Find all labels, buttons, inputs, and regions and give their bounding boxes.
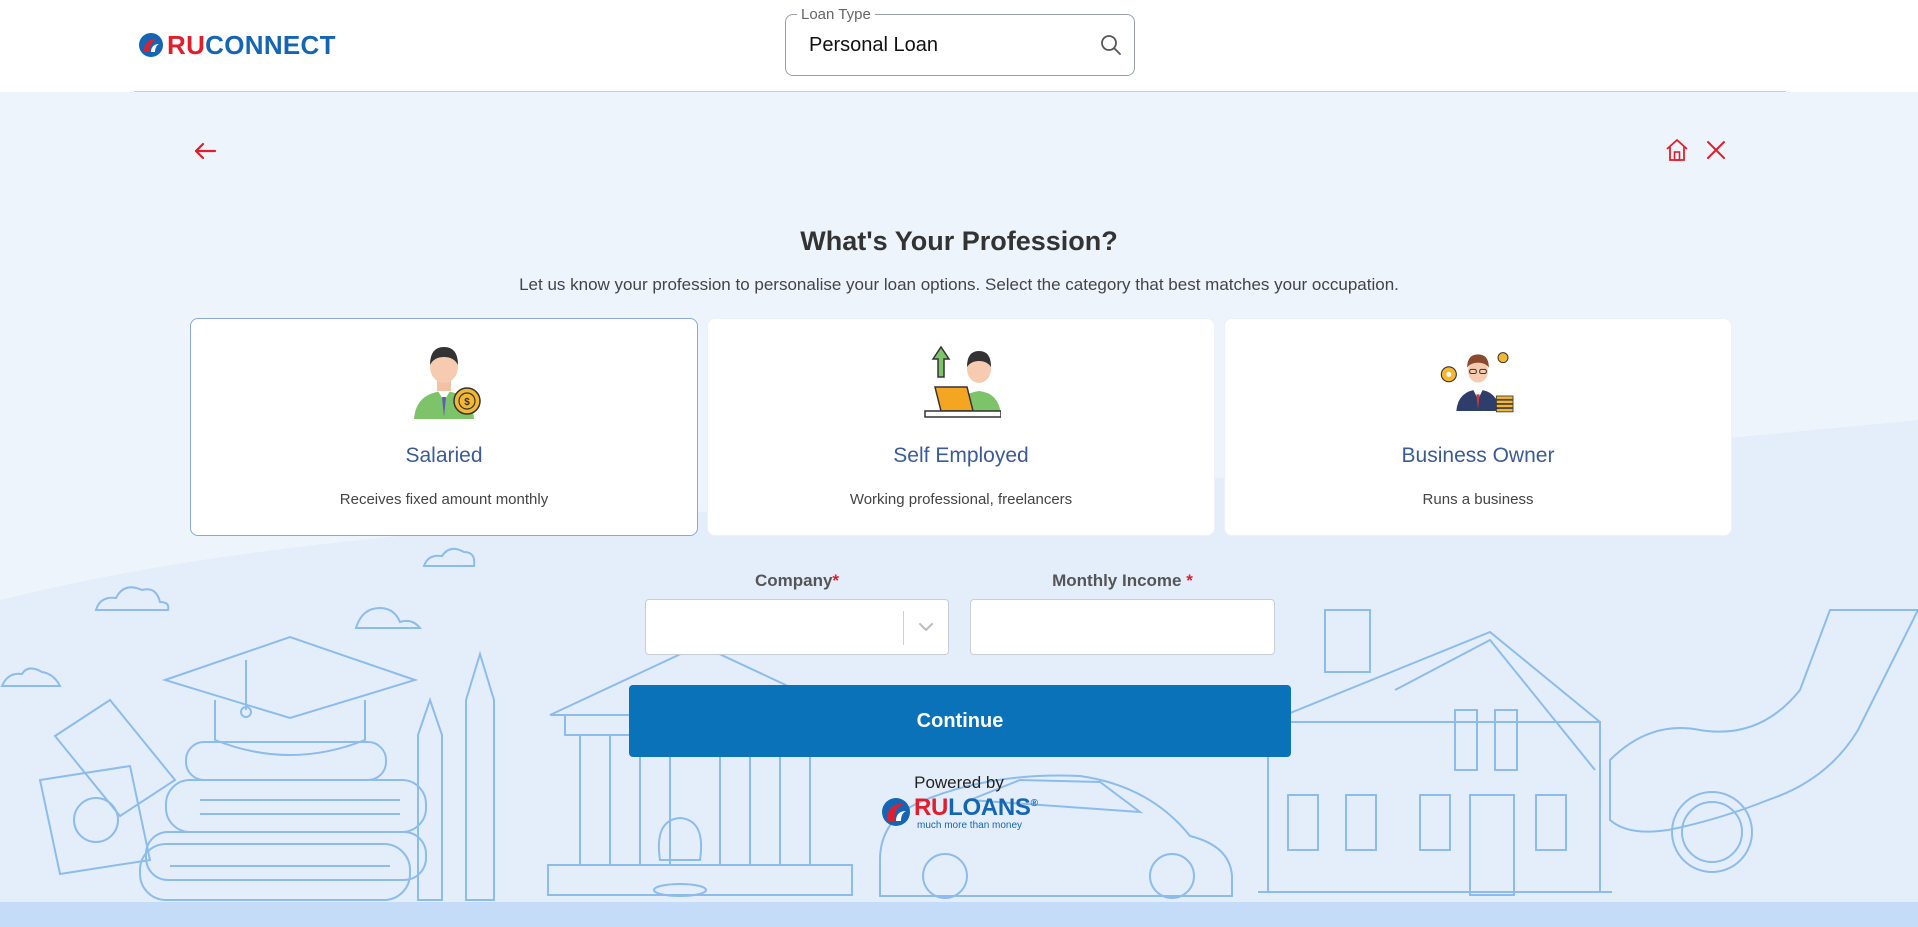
- income-label-text: Monthly Income: [1052, 571, 1182, 590]
- ruloans-logo: RULOANS® much more than money: [878, 792, 1048, 832]
- select-separator: [903, 611, 904, 645]
- close-icon[interactable]: [1703, 137, 1729, 163]
- monthly-income-field[interactable]: [970, 599, 1275, 655]
- logo-connect-text: CONNECT: [205, 29, 336, 60]
- loan-type-field[interactable]: Loan Type Personal Loan: [785, 6, 1135, 76]
- page-title: What's Your Profession?: [800, 226, 1118, 256]
- bottom-band: [0, 902, 1918, 927]
- ruloans-logo-icon: [882, 798, 910, 826]
- page-subtitle: Let us know your profession to personali…: [519, 275, 1399, 294]
- profession-card-salaried[interactable]: $ Salaried Receives fixed amount monthly: [190, 318, 698, 536]
- profession-card-self-employed[interactable]: Self Employed Working professional, free…: [707, 318, 1215, 536]
- chevron-down-icon[interactable]: [917, 618, 935, 636]
- company-select[interactable]: [645, 599, 949, 655]
- top-header: RU CONNECT Loan Type Personal Loan: [0, 0, 1918, 92]
- required-mark: *: [832, 571, 840, 590]
- ruloans-loans-text: LOANS: [948, 794, 1031, 821]
- loan-type-value[interactable]: Personal Loan: [809, 34, 938, 57]
- profession-description: Working professional, freelancers: [849, 491, 1073, 508]
- ruloans-wordmark: RULOANS®: [914, 794, 1038, 822]
- profession-title: Business Owner: [1401, 444, 1555, 467]
- logo-ru-text: RU: [167, 29, 206, 60]
- monthly-income-input[interactable]: [971, 600, 1274, 654]
- profession-description: Receives fixed amount monthly: [339, 491, 549, 508]
- powered-by-text: Powered by: [914, 773, 1004, 792]
- ruconnect-logo[interactable]: RU CONNECT: [138, 28, 336, 62]
- continue-button[interactable]: Continue: [629, 685, 1291, 757]
- salaried-person-icon: $: [414, 347, 481, 419]
- profession-description: Runs a business: [1422, 491, 1534, 508]
- business-owner-icon: [1440, 352, 1514, 413]
- home-icon[interactable]: [1664, 137, 1690, 163]
- company-label-text: Company: [754, 571, 833, 590]
- search-icon[interactable]: [1099, 33, 1123, 57]
- required-mark: *: [1186, 571, 1193, 590]
- ruconnect-logo-icon: [139, 33, 163, 57]
- profession-card-business-owner[interactable]: Business Owner Runs a business: [1224, 318, 1732, 536]
- loan-type-label: Loan Type: [797, 6, 875, 23]
- ruloans-tagline: much more than money: [917, 820, 1023, 831]
- company-label: Company*: [645, 571, 949, 591]
- back-arrow-icon[interactable]: [192, 137, 220, 165]
- svg-text:$: $: [464, 397, 470, 408]
- self-employed-laptop-icon: [924, 345, 1001, 418]
- ruloans-ru-text: RU: [914, 794, 949, 821]
- profession-title: Salaried: [405, 444, 483, 467]
- profession-title: Self Employed: [893, 444, 1029, 467]
- registered-mark: ®: [1030, 798, 1038, 809]
- income-label: Monthly Income *: [970, 571, 1275, 591]
